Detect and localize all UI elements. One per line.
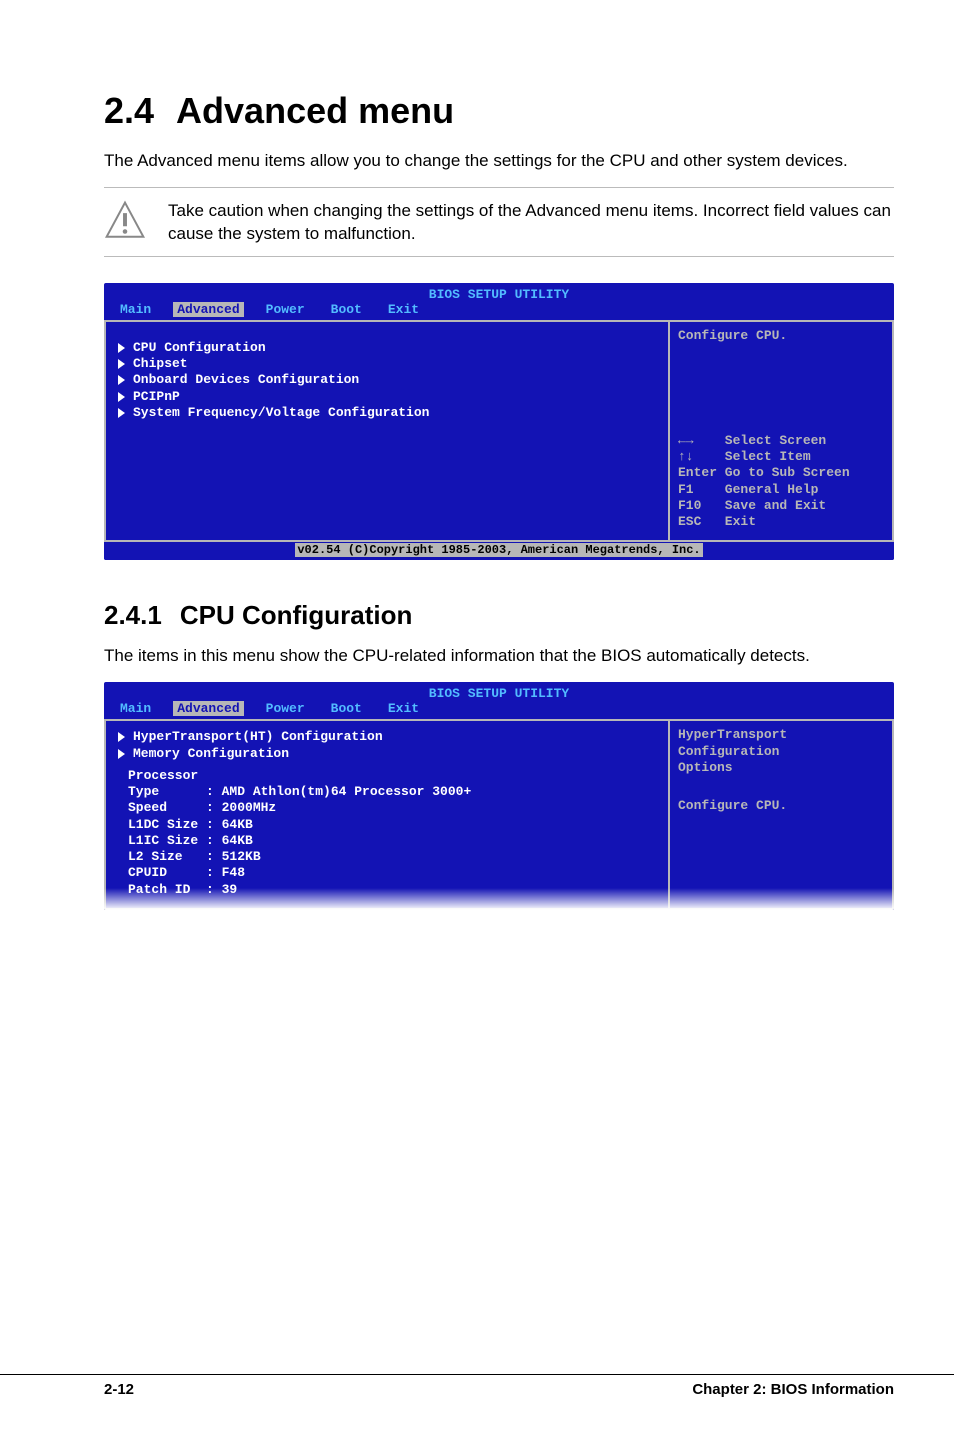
menu-item-chipset[interactable]: Chipset	[116, 356, 658, 372]
submenu-arrow-icon	[118, 375, 125, 385]
caution-text: Take caution when changing the settings …	[168, 198, 894, 246]
subsection-heading: 2.4.1 CPU Configuration	[104, 600, 894, 631]
menu-label: Onboard Devices Configuration	[133, 372, 359, 388]
bios-utility-title: BIOS SETUP UTILITY	[104, 682, 894, 701]
subsection-intro: The items in this menu show the CPU-rela…	[104, 645, 894, 668]
cpu-info-l1dc: L1DC Size : 64KB	[128, 817, 658, 833]
submenu-arrow-icon	[118, 749, 125, 759]
bios-tab-main[interactable]: Main	[116, 302, 173, 317]
submenu-arrow-icon	[118, 408, 125, 418]
menu-label: Memory Configuration	[133, 746, 289, 762]
bios-help-pane: HyperTransport Configuration Options Con…	[668, 719, 894, 910]
page-footer: 2-12 Chapter 2: BIOS Information	[0, 1374, 954, 1398]
section-heading: 2.4 Advanced menu	[104, 90, 894, 132]
bios-tab-bar: Main Advanced Power Boot Exit	[104, 302, 894, 320]
section-title-text: Advanced menu	[176, 90, 454, 131]
bios-menu-pane: CPU Configuration Chipset Onboard Device…	[104, 320, 668, 543]
section-intro: The Advanced menu items allow you to cha…	[104, 150, 894, 173]
bios-tab-power[interactable]: Power	[262, 701, 327, 716]
cpu-info-l2: L2 Size : 512KB	[128, 849, 658, 865]
bios-help-pane: Configure CPU. ←→ Select Screen ↑↓ Selec…	[668, 320, 894, 543]
bios-tab-bar: Main Advanced Power Boot Exit	[104, 701, 894, 719]
menu-label: HyperTransport(HT) Configuration	[133, 729, 383, 745]
help-description: HyperTransport Configuration Options	[678, 727, 884, 776]
submenu-arrow-icon	[118, 343, 125, 353]
caution-block: Take caution when changing the settings …	[104, 187, 894, 257]
bios-tab-boot[interactable]: Boot	[327, 701, 384, 716]
bios-tab-main[interactable]: Main	[116, 701, 173, 716]
bios-tab-advanced[interactable]: Advanced	[173, 302, 243, 317]
section-number: 2.4	[104, 90, 154, 131]
caution-icon	[104, 200, 146, 242]
menu-item-memory-config[interactable]: Memory Configuration	[116, 746, 658, 762]
bios-utility-title: BIOS SETUP UTILITY	[104, 283, 894, 302]
bios-copyright-footer: v02.54 (C)Copyright 1985-2003, American …	[104, 542, 894, 560]
help-description-2: Configure CPU.	[678, 798, 884, 814]
chapter-label: Chapter 2: BIOS Information	[692, 1381, 894, 1398]
menu-item-pcipnp[interactable]: PCIPnP	[116, 389, 658, 405]
bios-menu-pane: HyperTransport(HT) Configuration Memory …	[104, 719, 668, 910]
menu-label: Chipset	[133, 356, 188, 372]
menu-item-onboard-devices[interactable]: Onboard Devices Configuration	[116, 372, 658, 388]
menu-label: CPU Configuration	[133, 340, 266, 356]
bios-tab-power[interactable]: Power	[262, 302, 327, 317]
menu-item-cpu-configuration[interactable]: CPU Configuration	[116, 340, 658, 356]
cpu-info-cpuid: CPUID : F48	[128, 865, 658, 881]
help-description: Configure CPU.	[678, 328, 884, 343]
bios-tab-advanced[interactable]: Advanced	[173, 701, 243, 716]
bios-screenshot-advanced: BIOS SETUP UTILITY Main Advanced Power B…	[104, 283, 894, 561]
bios-tab-exit[interactable]: Exit	[384, 302, 441, 317]
menu-label: System Frequency/Voltage Configuration	[133, 405, 429, 421]
cpu-info-speed: Speed : 2000MHz	[128, 800, 658, 816]
submenu-arrow-icon	[118, 392, 125, 402]
processor-header: Processor	[128, 768, 658, 784]
bios-screenshot-cpu-config: BIOS SETUP UTILITY Main Advanced Power B…	[104, 682, 894, 910]
subsection-title-text: CPU Configuration	[180, 600, 413, 630]
subsection-number: 2.4.1	[104, 600, 162, 630]
submenu-arrow-icon	[118, 732, 125, 742]
cpu-info-patch-id: Patch ID : 39	[128, 882, 658, 898]
navigation-help: ←→ Select Screen ↑↓ Select Item Enter Go…	[678, 433, 884, 531]
cpu-info-l1ic: L1IC Size : 64KB	[128, 833, 658, 849]
menu-label: PCIPnP	[133, 389, 180, 405]
bios-tab-exit[interactable]: Exit	[384, 701, 441, 716]
page-number: 2-12	[104, 1381, 134, 1398]
bios-tab-boot[interactable]: Boot	[327, 302, 384, 317]
menu-item-hypertransport[interactable]: HyperTransport(HT) Configuration	[116, 729, 658, 745]
bios-footer-text: v02.54 (C)Copyright 1985-2003, American …	[295, 543, 702, 557]
cpu-info-type: Type : AMD Athlon(tm)64 Processor 3000+	[128, 784, 658, 800]
menu-item-system-frequency[interactable]: System Frequency/Voltage Configuration	[116, 405, 658, 421]
submenu-arrow-icon	[118, 359, 125, 369]
